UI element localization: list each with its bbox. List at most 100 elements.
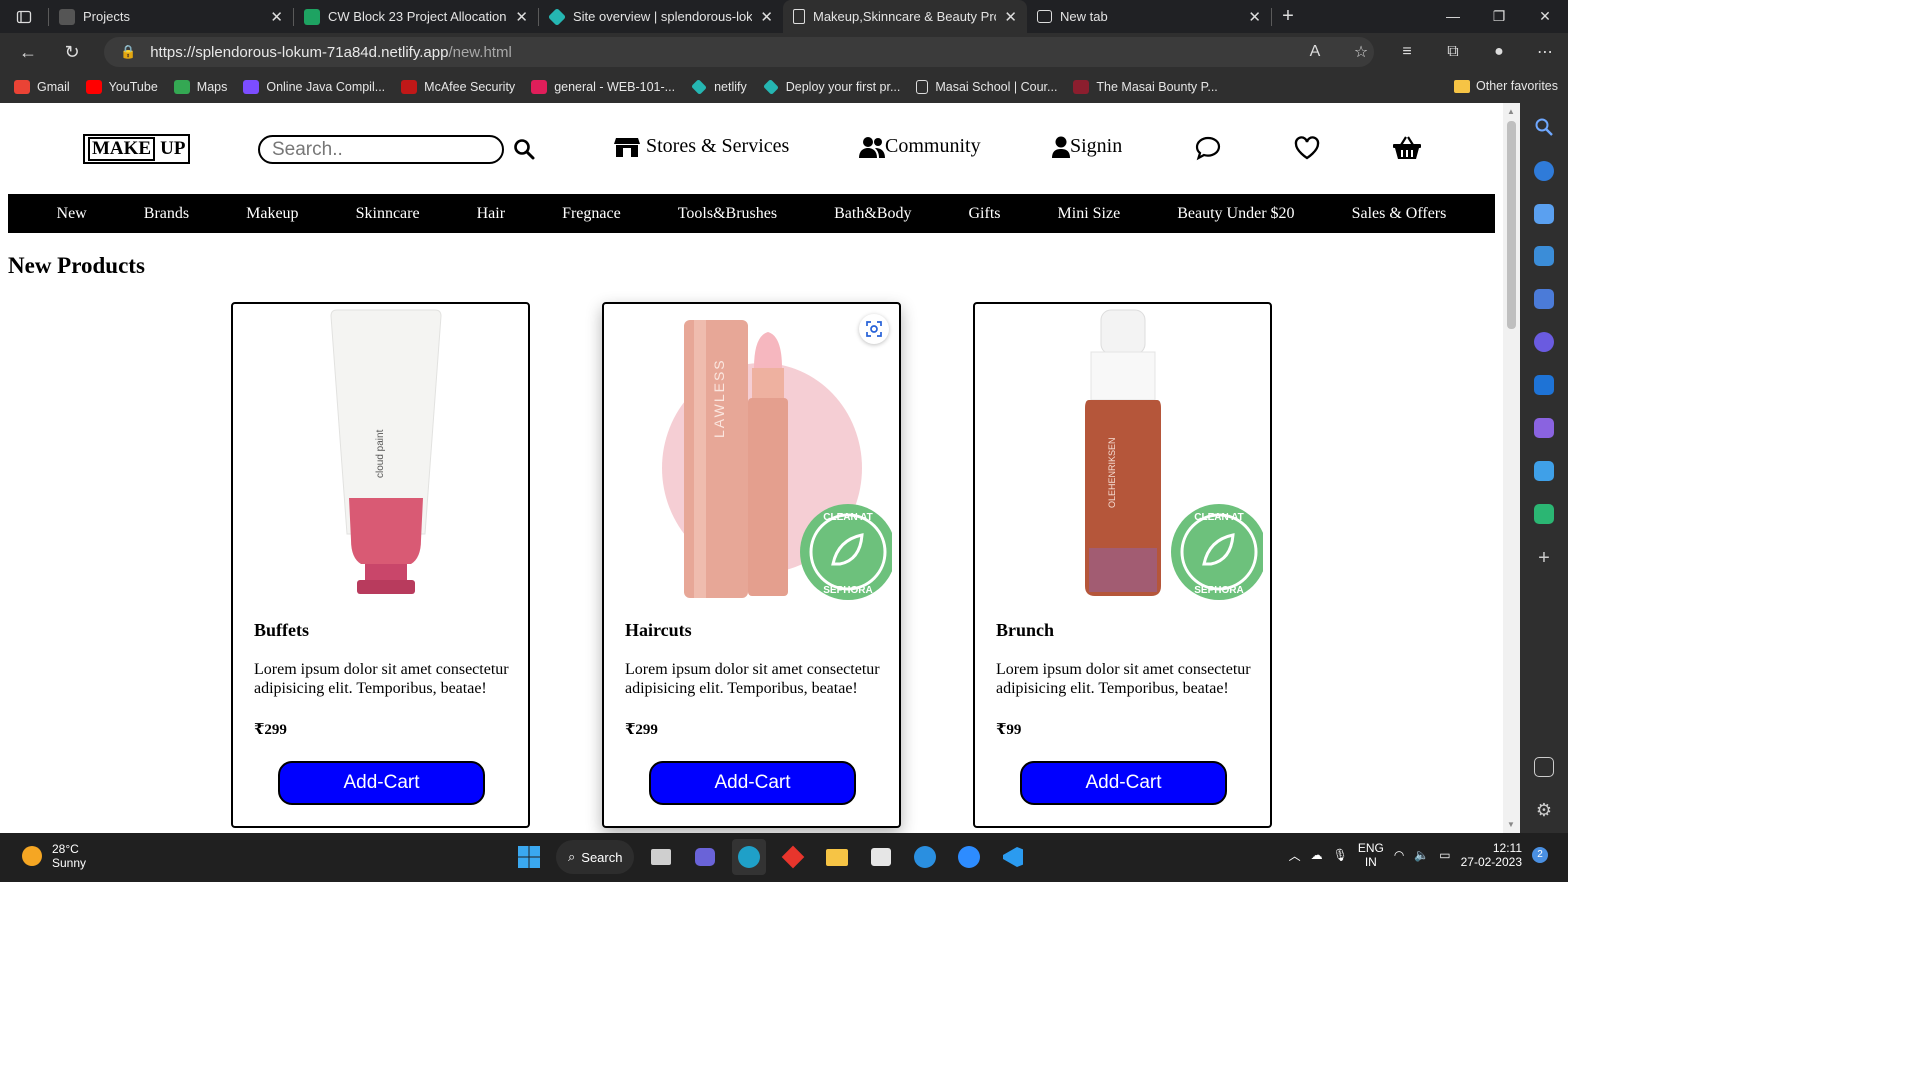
notification-badge[interactable]: 2 (1532, 847, 1548, 863)
volume-icon[interactable]: 🔈 (1414, 848, 1429, 862)
tab-sheet[interactable]: CW Block 23 Project Allocation Sl ✕ (294, 0, 538, 33)
visual-search-icon[interactable] (859, 314, 889, 344)
settings-icon[interactable]: ⚙ (1534, 800, 1554, 820)
restore-icon[interactable]: ❐ (1476, 0, 1522, 33)
chat-icon[interactable] (1195, 135, 1221, 161)
add-cart-button[interactable]: Add-Cart (1020, 761, 1227, 805)
shopping-icon[interactable] (1534, 204, 1554, 224)
bookmark-bounty[interactable]: The Masai Bounty P... (1073, 80, 1218, 94)
add-favorite-icon[interactable]: ☆ (1338, 42, 1384, 62)
favorites-icon[interactable]: ≡ (1384, 43, 1430, 61)
bookmark-mcafee[interactable]: McAfee Security (401, 80, 515, 94)
close-icon[interactable]: ✕ (1248, 8, 1261, 26)
menu-gifts[interactable]: Gifts (968, 205, 1000, 223)
help-icon[interactable] (908, 839, 942, 875)
tab-projects[interactable]: Projects ✕ (49, 0, 293, 33)
designer-icon[interactable] (1534, 418, 1554, 438)
tab-new[interactable]: New tab ✕ (1027, 0, 1271, 33)
wifi-icon[interactable]: ◠ (1394, 848, 1404, 862)
read-aloud-icon[interactable]: A (1292, 43, 1338, 61)
outlook-icon[interactable] (1534, 375, 1554, 395)
masai-icon (1073, 80, 1090, 94)
anydesk-icon[interactable] (776, 839, 810, 875)
file-explorer-icon[interactable] (820, 839, 854, 875)
scroll-down-icon[interactable]: ▼ (1507, 820, 1515, 829)
bookmark-youtube[interactable]: YouTube (85, 80, 158, 94)
menu-bath-body[interactable]: Bath&Body (834, 205, 911, 223)
close-icon[interactable]: ✕ (1004, 8, 1017, 26)
menu-hair[interactable]: Hair (477, 205, 505, 223)
profile-icon[interactable]: ● (1476, 43, 1522, 61)
zoom-icon[interactable] (952, 839, 986, 875)
scroll-up-icon[interactable]: ▲ (1507, 107, 1515, 116)
windows-start-icon[interactable] (512, 839, 546, 875)
other-favorites[interactable]: Other favorites (1454, 79, 1558, 93)
community-link[interactable]: Community (859, 135, 981, 158)
teams-chat-icon[interactable] (688, 839, 722, 875)
menu-makeup[interactable]: Makeup (246, 205, 298, 223)
tab-netlify[interactable]: Site overview | splendorous-loku ✕ (539, 0, 783, 33)
site-logo[interactable]: MAKE UP (83, 134, 191, 164)
store-icon[interactable] (864, 839, 898, 875)
office-icon[interactable] (1534, 332, 1554, 352)
minimize-icon[interactable]: — (1430, 0, 1476, 33)
add-cart-button[interactable]: Add-Cart (278, 761, 485, 805)
url-field[interactable]: 🔒 https://splendorous-lokum-71a84d.netli… (104, 37, 1374, 67)
bookmark-java[interactable]: Online Java Compil... (243, 80, 385, 94)
tools-icon[interactable] (1534, 246, 1554, 266)
battery-icon[interactable]: ▭ (1439, 848, 1450, 862)
menu-skincare[interactable]: Skinncare (356, 205, 420, 223)
menu-under-20[interactable]: Beauty Under $20 (1177, 205, 1294, 223)
signin-link[interactable]: Signin (1052, 135, 1122, 158)
refresh-icon[interactable]: ↻ (50, 42, 94, 63)
more-icon[interactable]: ⋯ (1522, 42, 1568, 62)
heart-icon[interactable] (1294, 135, 1320, 161)
language-indicator[interactable]: ENG IN (1358, 841, 1384, 869)
search-input[interactable]: Search.. (258, 135, 504, 164)
search-icon[interactable] (512, 137, 536, 161)
bing-icon[interactable] (1534, 161, 1554, 181)
vscode-icon[interactable] (996, 839, 1030, 875)
bookmark-maps[interactable]: Maps (173, 80, 227, 94)
close-icon[interactable]: ✕ (760, 8, 773, 26)
tab-makeup[interactable]: Makeup,Skinncare & Beauty Pro ✕ (783, 0, 1027, 33)
menu-mini-size[interactable]: Mini Size (1058, 205, 1121, 223)
telegram-icon[interactable] (1534, 461, 1554, 481)
weather-widget[interactable]: 28°C Sunny (22, 842, 86, 870)
scrollbar-thumb[interactable] (1507, 121, 1516, 329)
bookmark-slack[interactable]: general - WEB-101-... (531, 80, 675, 94)
sidebar-collapse-icon[interactable] (1534, 757, 1554, 777)
close-window-icon[interactable]: ✕ (1522, 0, 1568, 33)
close-icon[interactable]: ✕ (515, 8, 528, 26)
microphone-icon[interactable]: 🎙 (1333, 848, 1348, 862)
menu-sales[interactable]: Sales & Offers (1352, 205, 1447, 223)
add-cart-button[interactable]: Add-Cart (649, 761, 856, 805)
tab-actions-icon[interactable] (0, 0, 48, 33)
edge-icon[interactable] (732, 839, 766, 875)
stores-link[interactable]: Stores & Services (614, 135, 789, 158)
games-icon[interactable] (1534, 289, 1554, 309)
basket-icon[interactable] (1393, 135, 1421, 161)
taskbar-search[interactable]: ⌕ Search (556, 840, 634, 874)
page-scrollbar[interactable]: ▲ ▼ (1503, 103, 1520, 833)
new-tab-button[interactable]: + (1272, 5, 1304, 28)
product-name: Buffets (254, 620, 309, 640)
add-icon[interactable]: + (1534, 548, 1554, 568)
task-view-icon[interactable] (644, 839, 678, 875)
collections-icon[interactable]: ⧉ (1430, 43, 1476, 61)
bookmark-gmail[interactable]: Gmail (14, 80, 70, 94)
search-icon[interactable] (1534, 117, 1554, 137)
back-icon[interactable]: ← (6, 42, 50, 63)
menu-new[interactable]: New (57, 205, 87, 223)
menu-fragrance[interactable]: Fregnace (562, 205, 621, 223)
onedrive-icon[interactable]: ☁ (1311, 848, 1323, 862)
bookmark-netlify[interactable]: netlify (691, 79, 747, 95)
bookmark-deploy[interactable]: Deploy your first pr... (762, 79, 900, 95)
menu-tools[interactable]: Tools&Brushes (678, 205, 777, 223)
close-icon[interactable]: ✕ (270, 8, 283, 26)
bookmark-masai[interactable]: Masai School | Cour... (916, 80, 1057, 94)
clock[interactable]: 12:11 27-02-2023 (1461, 841, 1522, 869)
chevron-up-icon[interactable]: ︿ (1289, 847, 1301, 864)
tree-icon[interactable] (1534, 504, 1554, 524)
menu-brands[interactable]: Brands (144, 205, 189, 223)
